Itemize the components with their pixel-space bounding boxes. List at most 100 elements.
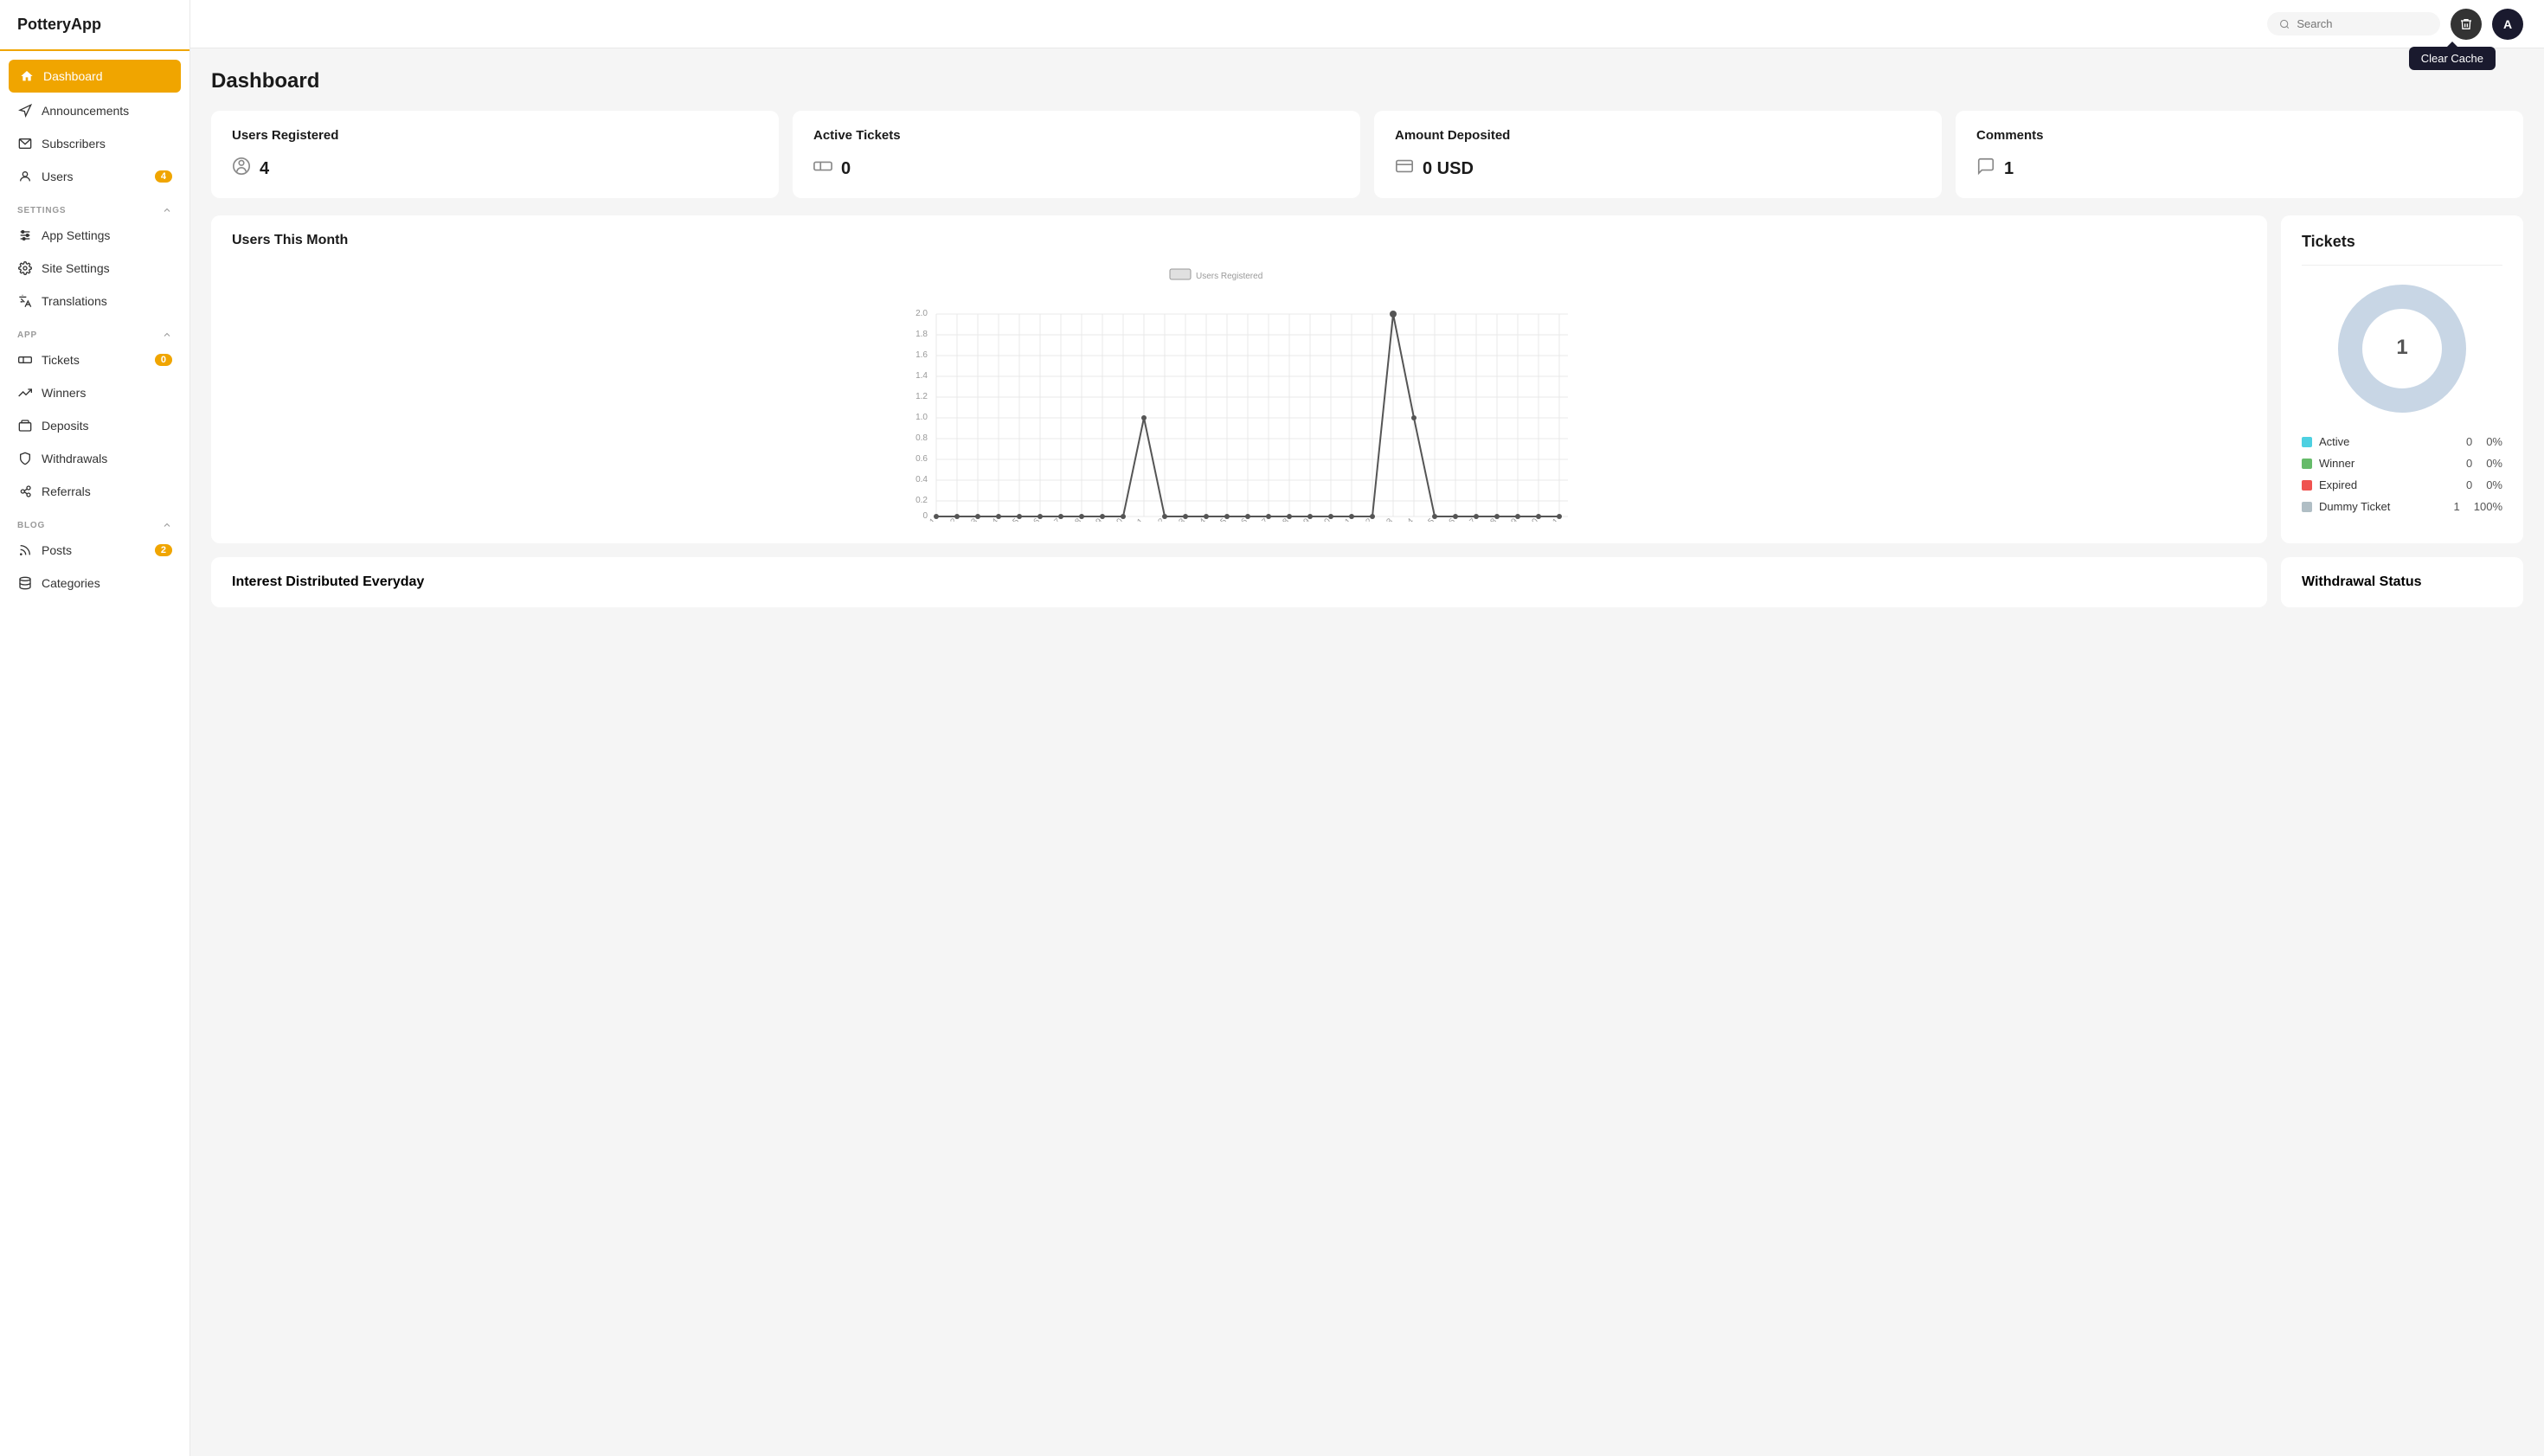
legend-label-winner: Winner <box>2319 457 2459 470</box>
stat-value-comments: 1 <box>1976 157 2502 181</box>
donut-chart-svg: 1 <box>2333 279 2471 418</box>
sidebar-item-categories[interactable]: Categories <box>0 567 190 600</box>
user-avatar-button[interactable]: A <box>2492 9 2523 40</box>
header: A Clear Cache <box>190 0 2544 48</box>
mail-icon <box>17 136 33 151</box>
app-section-label: APP <box>0 317 190 343</box>
stat-title-comments: Comments <box>1976 128 2502 143</box>
ticket-icon <box>17 352 33 368</box>
svg-text:0.6: 0.6 <box>915 454 928 464</box>
search-input[interactable] <box>2297 17 2428 30</box>
referral-icon <box>17 484 33 499</box>
ticket-stat-icon <box>813 157 832 181</box>
sidebar-item-winners[interactable]: Winners <box>0 376 190 409</box>
svg-text:Users Registered: Users Registered <box>1196 272 1262 281</box>
sidebar: PotteryApp Dashboard Announcements Subsc… <box>0 0 190 1456</box>
sidebar-item-translations[interactable]: Translations <box>0 285 190 317</box>
active-dot <box>2302 437 2312 447</box>
clear-cache-tooltip: Clear Cache <box>2409 47 2496 70</box>
stat-value-deposits: 0 USD <box>1395 157 1921 181</box>
tickets-legend: Active 0 0% Winner 0 0% Expired 0 <box>2302 435 2502 513</box>
content-area: Dashboard Users Registered 4 Active Tick… <box>190 48 2544 1456</box>
deposit-icon <box>17 418 33 433</box>
translate-icon <box>17 293 33 309</box>
app-logo: PotteryApp <box>0 0 190 51</box>
shield-icon <box>17 451 33 466</box>
sidebar-label-posts: Posts <box>42 543 72 557</box>
search-box[interactable] <box>2267 12 2440 35</box>
posts-badge: 2 <box>155 544 172 556</box>
sidebar-item-app-settings[interactable]: App Settings <box>0 219 190 252</box>
svg-text:0.2: 0.2 <box>915 496 928 505</box>
stat-card-users-registered: Users Registered 4 <box>211 111 779 198</box>
chart-title: Users This Month <box>232 233 2246 248</box>
svg-text:1.4: 1.4 <box>915 371 928 381</box>
svg-text:0.8: 0.8 <box>915 433 928 443</box>
stat-title-deposits: Amount Deposited <box>1395 128 1921 143</box>
legend-pct-winner: 0% <box>2486 457 2502 470</box>
sidebar-item-site-settings[interactable]: Site Settings <box>0 252 190 285</box>
bottom-grid: Users This Month .grid-line { stroke: #e… <box>211 215 2523 543</box>
legend-label-dummy: Dummy Ticket <box>2319 500 2447 513</box>
sidebar-item-referrals[interactable]: Referrals <box>0 475 190 508</box>
stat-card-comments: Comments 1 <box>1956 111 2523 198</box>
sidebar-item-announcements[interactable]: Announcements <box>0 94 190 127</box>
sidebar-item-posts[interactable]: Posts 2 <box>0 534 190 567</box>
sidebar-label-users: Users <box>42 170 74 183</box>
stat-card-active-tickets: Active Tickets 0 <box>793 111 1360 198</box>
legend-pct-active: 0% <box>2486 435 2502 448</box>
sidebar-label-app-settings: App Settings <box>42 228 110 242</box>
stat-title-tickets: Active Tickets <box>813 128 1339 143</box>
legend-pct-expired: 0% <box>2486 478 2502 491</box>
sidebar-item-withdrawals[interactable]: Withdrawals <box>0 442 190 475</box>
legend-expired: Expired 0 0% <box>2302 478 2502 491</box>
sidebar-label-translations: Translations <box>42 294 107 308</box>
rss-icon <box>17 542 33 558</box>
chart-svg: .grid-line { stroke: #e8e8e8; stroke-wid… <box>232 262 2246 522</box>
sidebar-item-dashboard[interactable]: Dashboard <box>9 60 181 93</box>
legend-count-active: 0 <box>2466 435 2472 448</box>
expired-dot <box>2302 480 2312 491</box>
svg-text:1.2: 1.2 <box>915 392 928 401</box>
sidebar-label-subscribers: Subscribers <box>42 137 106 151</box>
tickets-card: Tickets 1 Active 0 0% <box>2281 215 2523 543</box>
sliders-icon <box>17 228 33 243</box>
users-chart-card: Users This Month .grid-line { stroke: #e… <box>211 215 2267 543</box>
megaphone-icon <box>17 103 33 119</box>
clear-cache-button[interactable] <box>2451 9 2482 40</box>
db-icon <box>17 575 33 591</box>
stat-title-users: Users Registered <box>232 128 758 143</box>
second-row: Interest Distributed Everyday Withdrawal… <box>211 557 2523 607</box>
svg-text:1.0: 1.0 <box>915 413 928 422</box>
tickets-badge: 0 <box>155 354 172 366</box>
legend-count-winner: 0 <box>2466 457 2472 470</box>
sidebar-label-announcements: Announcements <box>42 104 129 118</box>
legend-count-expired: 0 <box>2466 478 2472 491</box>
legend-dummy: Dummy Ticket 1 100% <box>2302 500 2502 513</box>
legend-active: Active 0 0% <box>2302 435 2502 448</box>
sidebar-item-users[interactable]: Users 4 <box>0 160 190 193</box>
sidebar-item-subscribers[interactable]: Subscribers <box>0 127 190 160</box>
legend-label-active: Active <box>2319 435 2459 448</box>
sidebar-label-withdrawals: Withdrawals <box>42 452 107 465</box>
search-icon <box>2279 18 2290 30</box>
svg-text:0: 0 <box>922 511 928 521</box>
gear-icon <box>17 260 33 276</box>
legend-count-dummy: 1 <box>2454 500 2460 513</box>
interest-card: Interest Distributed Everyday <box>211 557 2267 607</box>
money-icon <box>1395 157 1414 181</box>
trash-icon <box>2459 17 2473 31</box>
sidebar-label-deposits: Deposits <box>42 419 88 433</box>
sidebar-label-site-settings: Site Settings <box>42 261 110 275</box>
stat-value-users: 4 <box>232 157 758 181</box>
user-icon <box>17 169 33 184</box>
sidebar-item-deposits[interactable]: Deposits <box>0 409 190 442</box>
svg-text:2.0: 2.0 <box>915 309 928 318</box>
stats-grid: Users Registered 4 Active Tickets 0 <box>211 111 2523 198</box>
sidebar-item-tickets[interactable]: Tickets 0 <box>0 343 190 376</box>
page-title: Dashboard <box>211 69 2523 93</box>
stat-value-tickets: 0 <box>813 157 1339 181</box>
comment-icon <box>1976 157 1995 181</box>
legend-winner: Winner 0 0% <box>2302 457 2502 470</box>
users-badge: 4 <box>155 170 172 183</box>
